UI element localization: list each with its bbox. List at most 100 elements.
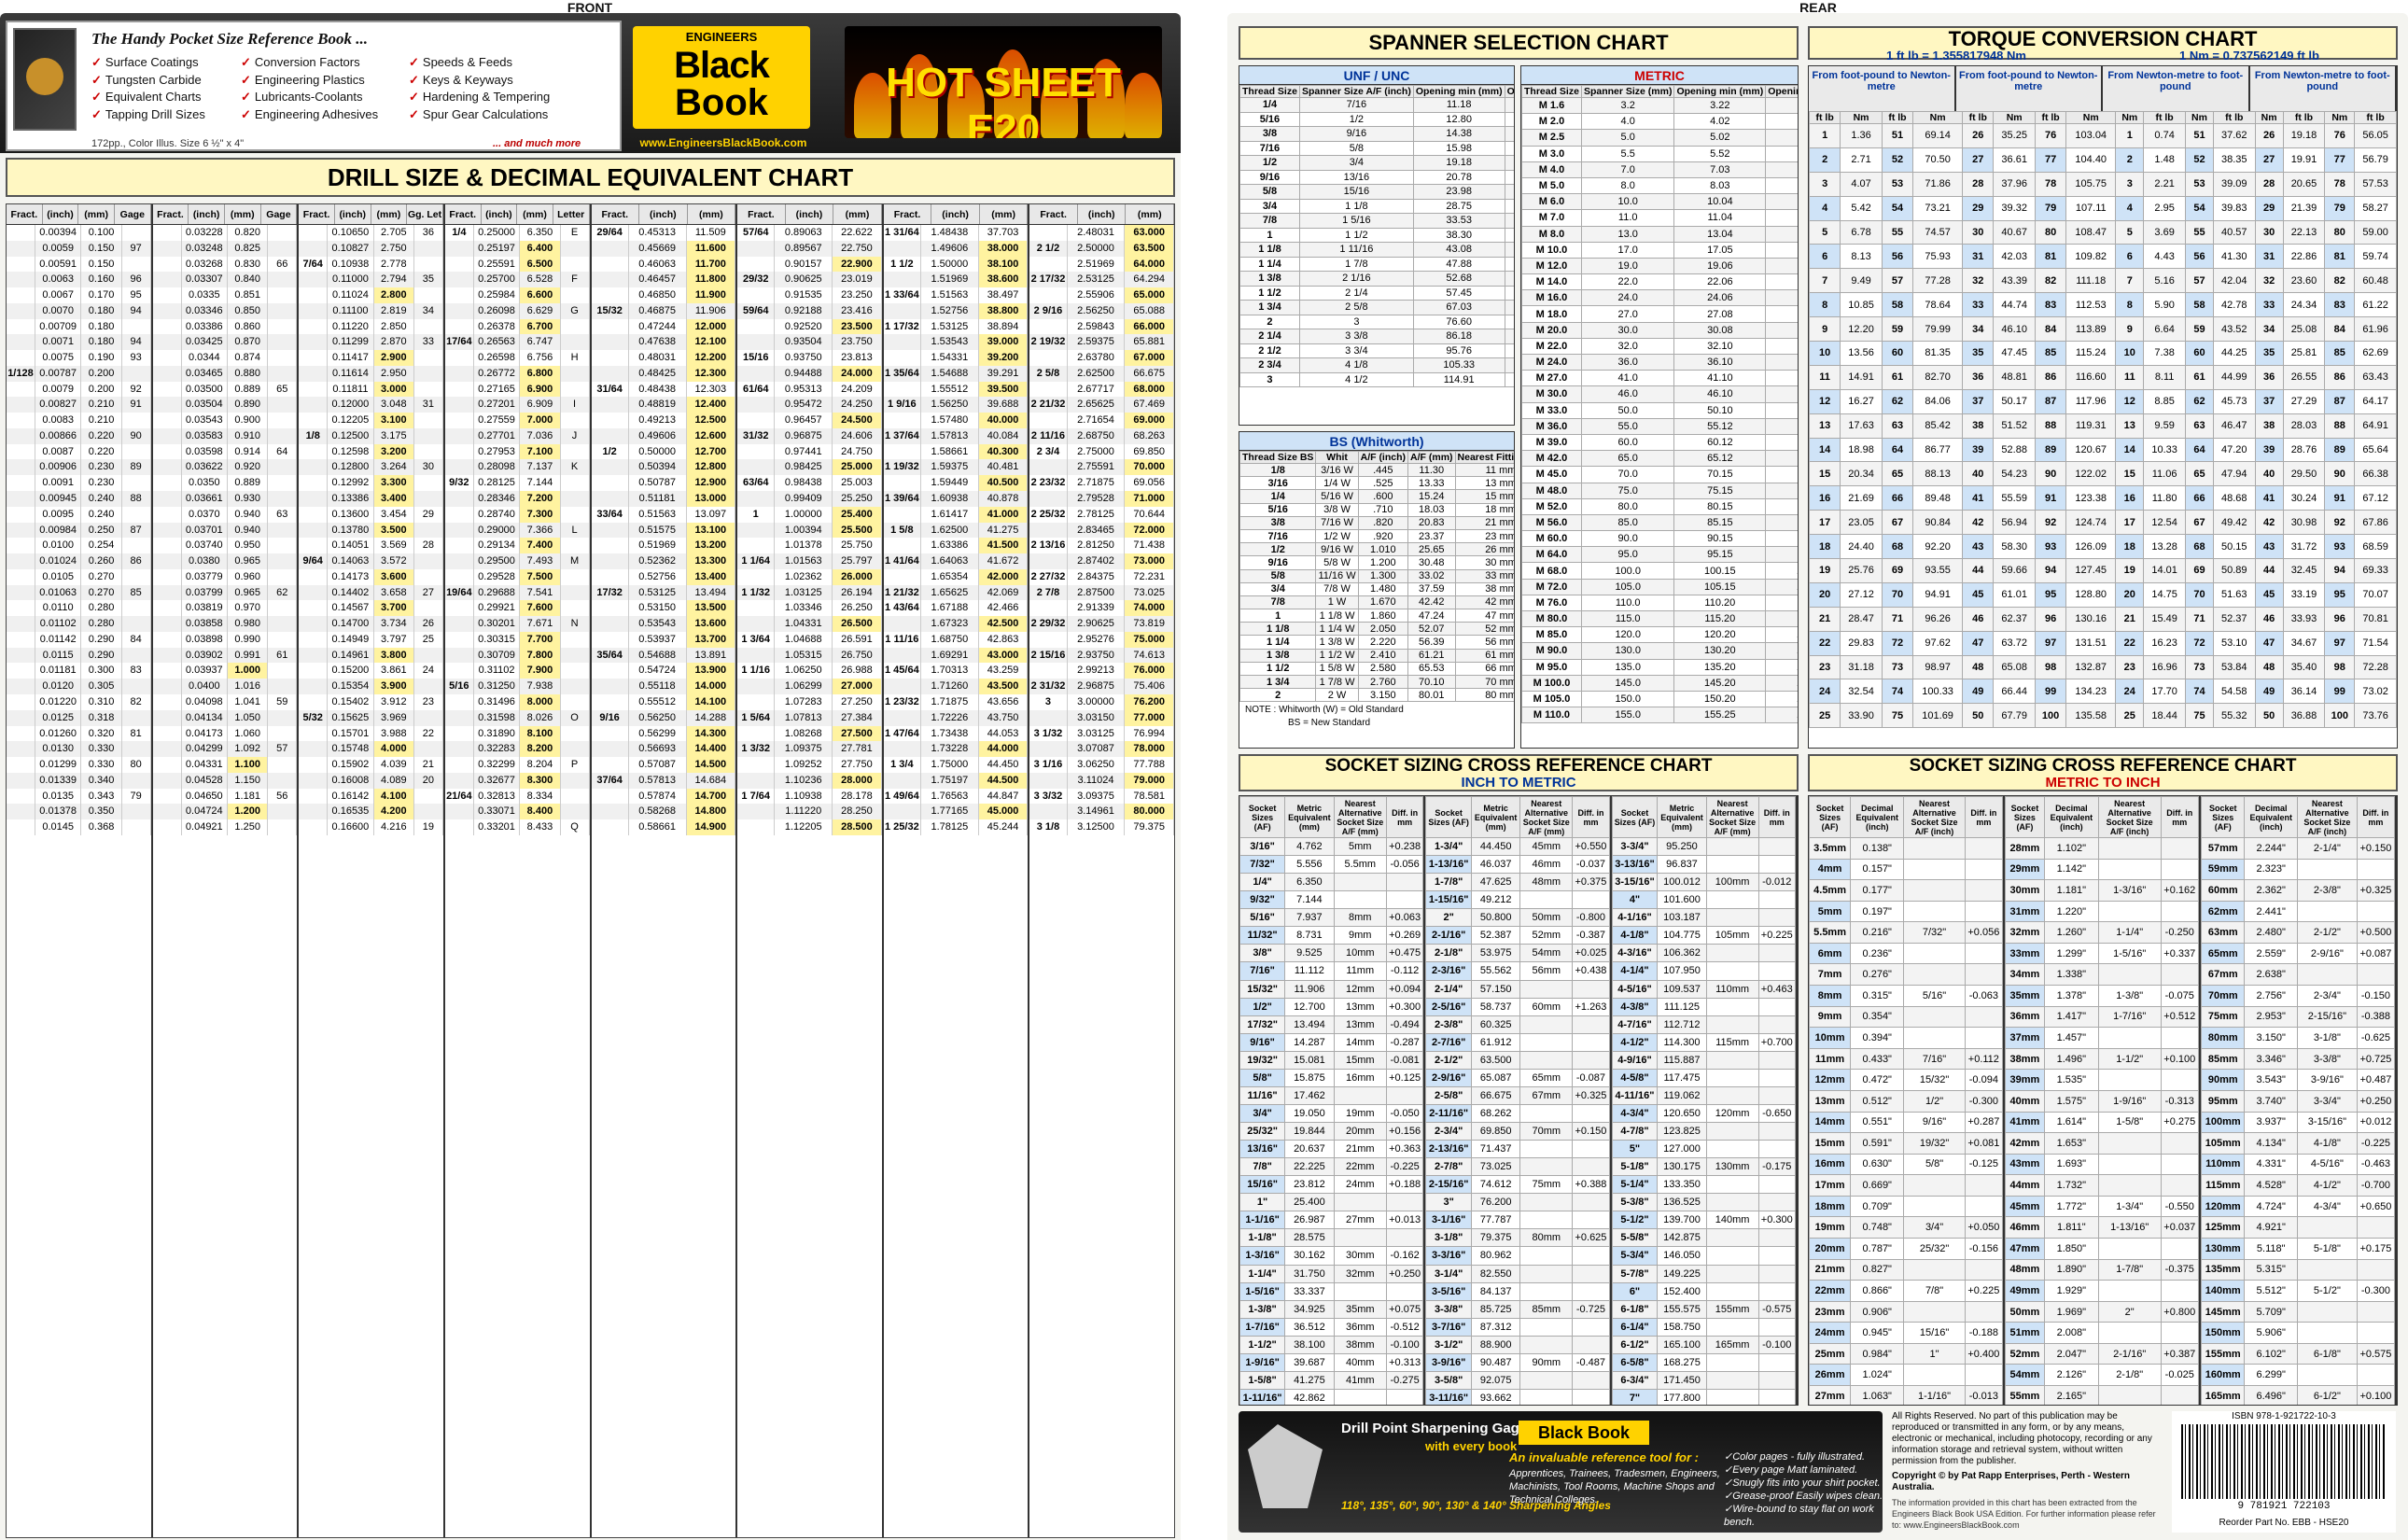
- table-cell: 83: [2324, 292, 2356, 318]
- table-row: 1.67323 42.500: [883, 616, 1029, 632]
- table-cell: [1572, 1140, 1610, 1159]
- table-cell: 119.062: [1657, 1085, 1707, 1105]
- table-cell: 90.0: [1580, 530, 1675, 548]
- table-cell: 64: [268, 443, 298, 460]
- column-head: Spanner Size A/F (inch): [1298, 85, 1414, 98]
- table-cell: [268, 631, 298, 648]
- table-cell: 68: [2184, 534, 2214, 560]
- drill-column-header: Fract. (inch) (mm) Gg. Let: [299, 204, 443, 225]
- table-cell: [268, 616, 298, 632]
- table-cell: [153, 679, 182, 694]
- table-row: M 10.017.017.0517.30: [1521, 241, 1798, 259]
- table-cell: 39mm: [2005, 1069, 2045, 1091]
- table-cell: -0.387: [1572, 926, 1610, 945]
- table-cell: [153, 350, 182, 366]
- table-row: 0.90157 22.900: [737, 256, 882, 273]
- table-cell: 1 3/8: [1239, 271, 1300, 287]
- table-cell: 0.920: [228, 459, 269, 476]
- table-cell: 52: [2184, 147, 2214, 173]
- table-row: 24mm 0.945" 15/16" -0.188: [1809, 1322, 2004, 1344]
- table-cell: [592, 819, 629, 835]
- table-row: 0.12000 3.048 31: [299, 397, 443, 413]
- table-cell: [445, 600, 474, 617]
- table-row: 1-9/16" 39.687 40mm +0.313: [1239, 1352, 1424, 1372]
- table-cell: 2-15/16": [2296, 1005, 2358, 1029]
- gage-title: Drill Point Sharpening Gage: [1341, 1421, 1528, 1436]
- check-icon: ✓: [1724, 1504, 1733, 1515]
- table-cell: 17/32": [1239, 1015, 1286, 1034]
- table-row: 5/161/212.8012.95: [1239, 111, 1514, 127]
- table-row: 0.11220 2.850: [299, 318, 443, 335]
- table-cell: 3-5/8": [1425, 1370, 1472, 1390]
- table-cell: 48mm: [2005, 1258, 2045, 1281]
- table-cell: 28.575: [1284, 1228, 1335, 1248]
- table-cell: [414, 427, 443, 444]
- column-head: ft lb: [2143, 111, 2186, 124]
- drill-column: Fract. (inch) (mm) 57/64 0.89063 22.622 0.8956…: [737, 204, 884, 1537]
- table-cell: 0.14949: [328, 631, 374, 648]
- table-row: 46mm 1.811" 1-13/16" +0.037: [2005, 1216, 2200, 1239]
- table-cell: 7.000: [520, 413, 561, 428]
- table-cell: [7, 663, 35, 679]
- table-row: 0.14402 3.658 27: [299, 584, 443, 601]
- table-cell: 0.52362: [629, 553, 687, 569]
- table-cell: 7/64: [299, 256, 329, 273]
- list-item-label: Equivalent Charts: [105, 90, 202, 104]
- table-cell: 69.850: [1125, 443, 1174, 460]
- table-cell: P: [561, 757, 590, 773]
- table-cell: 14mm: [1809, 1111, 1852, 1134]
- table-row: 32mm 1.260" 1-1/4" -0.250: [2005, 921, 2200, 944]
- column-head: Nearest Alternative Socket Size A/F (mm): [1519, 796, 1574, 838]
- table-row: 0.25984 6.600: [445, 287, 590, 303]
- table-cell: 55mm: [2005, 1385, 2045, 1405]
- website-link[interactable]: www.EngineersBlackBook.com: [616, 136, 831, 149]
- table-cell: 0.100: [81, 225, 122, 241]
- table-row: M 22.032.032.1032.46: [1521, 337, 1798, 356]
- table-cell: 28: [414, 538, 443, 554]
- table-cell: 15/16": [1903, 1322, 1966, 1344]
- table-cell: 2.78125: [1068, 506, 1126, 523]
- table-cell: 0.55512: [629, 693, 687, 710]
- table-cell: 30.0: [1580, 321, 1675, 339]
- table-cell: 15/32: [592, 302, 629, 319]
- table-cell: [1519, 1157, 1574, 1177]
- table-row: 6 8.13 56 75.93 31 42.03 81 109.82 6 4.43 56 41.30 3…: [1809, 244, 2397, 270]
- table-cell: 37: [1962, 388, 1995, 414]
- list-item-label: Hardening & Tempering: [422, 90, 551, 104]
- table-cell: 24.34: [2282, 292, 2326, 318]
- table-cell: 12.800: [686, 459, 736, 476]
- table-cell: -0.300: [2356, 1280, 2396, 1302]
- table-cell: 7.400: [520, 538, 561, 554]
- table-cell: 65.64: [2354, 437, 2397, 463]
- table-cell: 123.38: [2065, 485, 2117, 511]
- table-cell: 25.65: [1407, 542, 1456, 557]
- table-cell: [1029, 381, 1068, 398]
- table-cell: 27.0: [1580, 305, 1675, 323]
- table-cell: 19mm: [1333, 1103, 1387, 1124]
- list-item: ✓ Speeds & Feeds: [409, 54, 550, 72]
- column-head: ft lb: [2212, 111, 2256, 124]
- table-row: 0.14051 3.569 28: [299, 538, 443, 554]
- table-cell: 0.980: [228, 616, 269, 632]
- table-row: 0.25591 6.500: [445, 256, 590, 273]
- table-cell: 1-13/16": [2097, 1216, 2162, 1239]
- table-row: 31/32 0.96875 24.606: [737, 427, 882, 444]
- table-row: 0.12205 3.100: [299, 413, 443, 428]
- table-cell: 1.11220: [775, 804, 833, 820]
- table-cell: +0.250: [2356, 1089, 2396, 1113]
- table-cell: 1.64063: [921, 553, 979, 569]
- table-cell: 0.16535: [328, 804, 374, 820]
- table-cell: 0.290: [81, 631, 122, 648]
- table-cell: 0.04134: [182, 709, 229, 726]
- table-cell: 60.12: [1673, 433, 1767, 452]
- table-cell: 41mm: [2005, 1111, 2045, 1134]
- table-cell: 13mm: [1809, 1089, 1852, 1113]
- table-cell: 43: [1962, 534, 1995, 560]
- table-cell: 0.13386: [328, 491, 374, 507]
- table-cell: 0.45669: [629, 240, 687, 257]
- table-cell: 18 mm: [1454, 502, 1514, 517]
- table-cell: 2.79528: [1068, 491, 1126, 507]
- table-cell: 9mm: [1809, 1005, 1852, 1029]
- table-cell: 1.811": [2043, 1216, 2099, 1239]
- table-cell: 0.236": [1850, 942, 1905, 965]
